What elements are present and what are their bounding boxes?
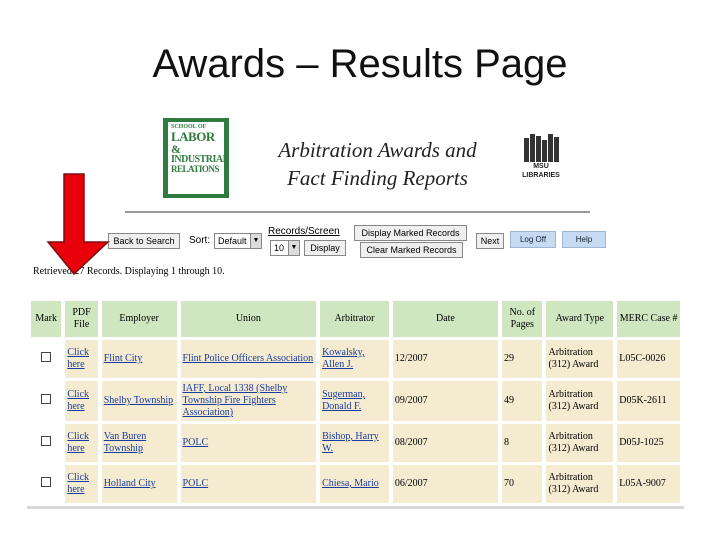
date-cell: 08/2007 [392, 424, 499, 462]
date-cell: 12/2007 [392, 340, 499, 378]
pages-cell: 29 [502, 340, 543, 378]
display-marked-records-button[interactable]: Display Marked Records [354, 225, 467, 241]
column-header-pdf-file: PDF File [65, 301, 98, 337]
pdf-link[interactable]: Click here [67, 472, 89, 495]
arbitrator-link[interactable]: Sugerman, Donald F. [322, 389, 365, 412]
red-arrow-annotation [46, 173, 110, 276]
chevron-down-icon: ▼ [288, 241, 299, 255]
pages-cell: 8 [502, 424, 543, 462]
table-row: Click here Flint City Flint Police Offic… [31, 340, 680, 378]
help-button[interactable]: Help [562, 231, 606, 248]
union-link[interactable]: POLC [183, 437, 209, 448]
pdf-link[interactable]: Click here [67, 431, 89, 454]
header-title-line: Arbitration Awards and [278, 138, 477, 162]
union-link[interactable]: IAFF, Local 1338 (Shelby Township Fire F… [183, 383, 288, 418]
column-header-union: Union [180, 301, 317, 337]
award-type-cell: Arbitration (312) Award [546, 381, 614, 421]
employer-link[interactable]: Flint City [104, 353, 143, 364]
pages-cell: 49 [502, 381, 543, 421]
records-per-screen-label: Records/Screen [268, 226, 340, 237]
table-header-row: Mark PDF File Employer Union Arbitrator … [31, 301, 680, 337]
merc-case-cell: L05A-9007 [617, 465, 680, 503]
mark-checkbox[interactable] [41, 394, 52, 404]
mark-checkbox[interactable] [41, 436, 52, 446]
pages-cell: 70 [502, 465, 543, 503]
log-off-button[interactable]: Log Off [510, 231, 556, 248]
libraries-logo-line: LIBRARIES [522, 172, 560, 179]
mark-cell [31, 465, 62, 503]
mark-cell [31, 340, 62, 378]
date-cell: 06/2007 [392, 465, 499, 503]
pdf-link[interactable]: Click here [67, 347, 89, 370]
table-row: Click here Holland City POLC Chiesa, Mar… [31, 465, 680, 503]
column-header-arbitrator: Arbitrator [320, 301, 389, 337]
column-header-pages: No. of Pages [502, 301, 543, 337]
site-header-title: Arbitration Awards and Fact Finding Repo… [265, 136, 490, 192]
arbitrator-link[interactable]: Kowalsky, Allen J. [322, 347, 364, 370]
books-icon [516, 134, 566, 162]
award-type-cell: Arbitration (312) Award [546, 340, 614, 378]
union-link[interactable]: POLC [183, 478, 209, 489]
logo-line: RELATIONS [171, 164, 219, 174]
chevron-down-icon: ▼ [250, 234, 261, 248]
table-row: Click here Van Buren Township POLC Bisho… [31, 424, 680, 462]
mark-cell [31, 381, 62, 421]
date-cell: 09/2007 [392, 381, 499, 421]
merc-case-cell: D05J-1025 [617, 424, 680, 462]
arbitrator-link[interactable]: Bishop, Harry W. [322, 431, 379, 454]
table-bottom-border [27, 506, 684, 509]
results-table-container: Mark PDF File Employer Union Arbitrator … [27, 298, 684, 508]
column-header-mark: Mark [31, 301, 62, 337]
employer-link[interactable]: Shelby Township [104, 395, 173, 406]
slide-title: Awards – Results Page [152, 42, 568, 86]
school-of-labor-logo: SCHOOL OF LABOR & INDUSTRIAL RELATIONS [163, 118, 229, 198]
sort-select[interactable]: Default ▼ [214, 233, 262, 249]
award-type-cell: Arbitration (312) Award [546, 424, 614, 462]
sort-select-value: Default [218, 236, 247, 246]
next-button[interactable]: Next [476, 233, 504, 249]
arbitrator-link[interactable]: Chiesa, Mario [322, 478, 379, 489]
mark-checkbox[interactable] [41, 352, 52, 362]
back-to-search-button[interactable]: Back to Search [108, 233, 180, 249]
records-per-screen-select[interactable]: 10 ▼ [270, 240, 300, 256]
column-header-employer: Employer [101, 301, 177, 337]
libraries-logo-line: MSU [533, 163, 549, 170]
display-button[interactable]: Display [304, 240, 346, 256]
mark-cell [31, 424, 62, 462]
merc-case-cell: L05C-0026 [617, 340, 680, 378]
msu-libraries-logo: MSU LIBRARIES [516, 134, 566, 182]
results-table: Mark PDF File Employer Union Arbitrator … [27, 298, 684, 506]
header-title-line: Fact Finding Reports [287, 166, 468, 190]
records-per-screen-value: 10 [274, 243, 285, 253]
column-header-merc-case: MERC Case # [617, 301, 680, 337]
column-header-award-type: Award Type [546, 301, 614, 337]
clear-marked-records-button[interactable]: Clear Marked Records [360, 242, 463, 258]
merc-case-cell: D05K-2611 [617, 381, 680, 421]
header-divider [125, 211, 590, 213]
table-row: Click here Shelby Township IAFF, Local 1… [31, 381, 680, 421]
sort-label: Sort: [189, 235, 211, 246]
union-link[interactable]: Flint Police Officers Association [183, 353, 314, 364]
award-type-cell: Arbitration (312) Award [546, 465, 614, 503]
employer-link[interactable]: Van Buren Township [104, 431, 147, 454]
mark-checkbox[interactable] [41, 477, 52, 487]
pdf-link[interactable]: Click here [67, 389, 89, 412]
column-header-date: Date [392, 301, 499, 337]
employer-link[interactable]: Holland City [104, 478, 156, 489]
